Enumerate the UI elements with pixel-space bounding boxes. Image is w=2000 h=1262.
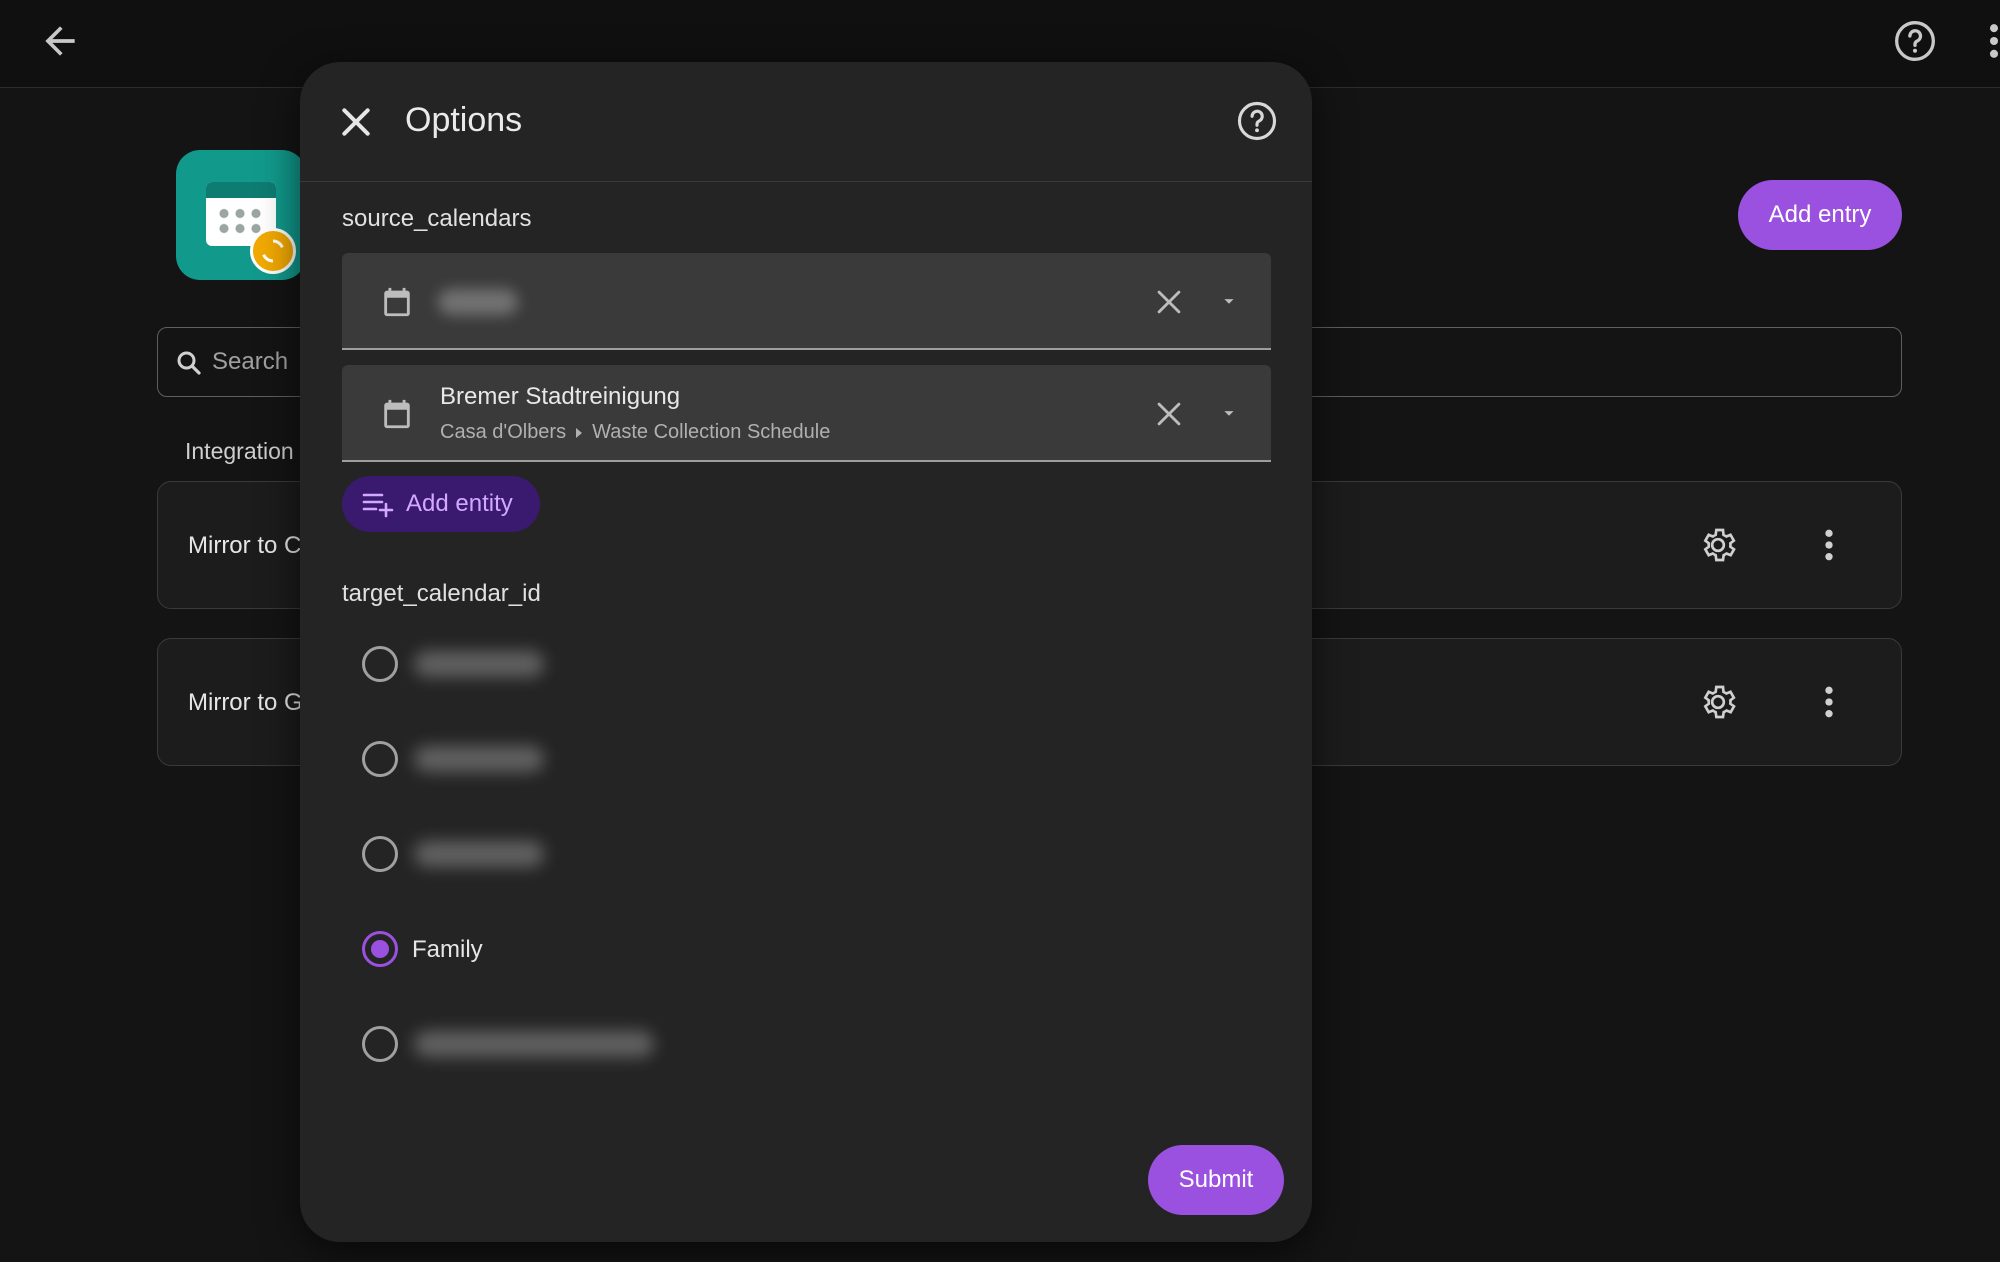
entity-picker[interactable] <box>342 253 1271 350</box>
entry-title: Mirror to G <box>188 689 303 716</box>
cog-icon[interactable] <box>1698 525 1738 565</box>
menu-down-icon[interactable] <box>1218 401 1240 425</box>
entity-context: Casa d'Olbers Waste Collection Schedule <box>440 421 830 444</box>
add-entity-label: Add entity <box>406 490 513 517</box>
close-icon[interactable] <box>336 102 376 142</box>
sync-icon <box>250 228 296 274</box>
clear-icon[interactable] <box>1152 397 1186 431</box>
menu-down-icon[interactable] <box>1218 289 1240 313</box>
help-circle-icon[interactable] <box>1236 100 1278 142</box>
dots-vertical-icon[interactable] <box>1822 525 1836 565</box>
entity-picker[interactable]: Bremer Stadtreinigung Casa d'Olbers Wast… <box>342 365 1271 462</box>
redacted-option-label <box>414 651 544 677</box>
radio-option-selected[interactable] <box>362 931 398 967</box>
options-dialog: Options source_calendars Bremer Stadtrei… <box>300 62 1312 1242</box>
chevron-right-icon <box>576 427 583 438</box>
submit-button[interactable]: Submit <box>1148 1145 1284 1215</box>
add-entry-button[interactable]: Add entry <box>1738 180 1902 250</box>
dots-vertical-icon[interactable] <box>1822 682 1836 722</box>
search-placeholder: Search <box>212 348 289 375</box>
radio-option[interactable] <box>362 1026 398 1062</box>
redacted-option-label <box>414 746 544 772</box>
entity-device: Waste Collection Schedule <box>592 421 831 443</box>
source-calendars-label: source_calendars <box>342 205 532 232</box>
dialog-title: Options <box>405 101 523 139</box>
redacted-entity-name <box>438 289 518 315</box>
radio-option[interactable] <box>362 836 398 872</box>
magnify-icon <box>177 351 201 375</box>
arrow-left-icon[interactable] <box>38 19 82 63</box>
redacted-option-label <box>414 1031 654 1057</box>
entity-area: Casa d'Olbers <box>440 421 567 443</box>
add-entity-button[interactable]: Add entity <box>342 476 540 532</box>
radio-option-label: Family <box>412 936 483 963</box>
cog-icon[interactable] <box>1698 682 1738 722</box>
dialog-header: Options <box>300 62 1312 182</box>
integration-logo <box>176 150 306 280</box>
help-circle-icon[interactable] <box>1893 19 1937 63</box>
entry-title: Mirror to C <box>188 532 302 559</box>
radio-option[interactable] <box>362 646 398 682</box>
section-heading: Integration <box>185 438 294 464</box>
playlist-plus-icon <box>362 493 394 518</box>
entity-name: Bremer Stadtreinigung <box>440 383 681 410</box>
clear-icon[interactable] <box>1152 285 1186 319</box>
calendar-icon <box>384 287 410 317</box>
redacted-option-label <box>414 841 544 867</box>
radio-option[interactable] <box>362 741 398 777</box>
target-calendar-label: target_calendar_id <box>342 580 541 607</box>
calendar-icon <box>384 399 410 429</box>
dots-vertical-icon[interactable] <box>1986 19 2000 63</box>
